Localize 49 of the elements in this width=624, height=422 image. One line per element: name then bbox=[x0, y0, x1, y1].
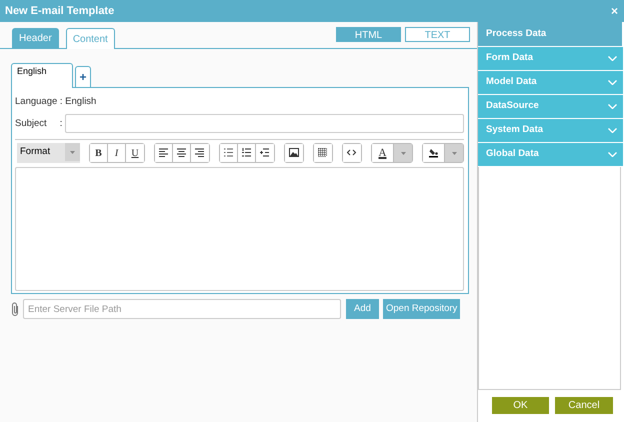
accordion-item[interactable]: DataSource bbox=[478, 95, 623, 118]
format-dropdown[interactable]: Format bbox=[17, 143, 80, 164]
paint-bucket-icon bbox=[428, 148, 438, 158]
accordion-item[interactable]: Form Data bbox=[478, 47, 623, 70]
align-center-icon bbox=[176, 148, 186, 158]
subject-separator: : bbox=[60, 116, 62, 131]
cancel-button[interactable]: Cancel bbox=[555, 397, 613, 414]
font-color-button[interactable]: A bbox=[372, 144, 394, 162]
file-path-field[interactable]: Enter Server File Path bbox=[23, 299, 341, 319]
subject-label: Subject bbox=[15, 116, 47, 131]
image-button[interactable] bbox=[285, 144, 303, 162]
section-label: System Data bbox=[486, 123, 544, 138]
align-right-icon bbox=[195, 148, 205, 158]
outdent-icon bbox=[260, 148, 270, 158]
open-repository-button[interactable]: Open Repository bbox=[383, 299, 460, 319]
accordion-item[interactable]: Global Data bbox=[478, 143, 623, 166]
align-left-button[interactable] bbox=[155, 144, 173, 162]
caret-icon bbox=[452, 152, 456, 155]
add-language-button[interactable]: + bbox=[75, 66, 91, 87]
tab[interactable]: Header bbox=[12, 28, 59, 48]
close-button[interactable]: × bbox=[610, 5, 618, 17]
table-button[interactable] bbox=[314, 144, 332, 162]
bold-button[interactable]: B bbox=[90, 144, 108, 162]
add-button[interactable]: Add bbox=[346, 299, 379, 319]
mode-toggle-button[interactable]: TEXT bbox=[405, 27, 470, 42]
table-icon bbox=[318, 148, 328, 158]
panel-header: Process Data bbox=[478, 22, 622, 46]
numbered-list-icon bbox=[242, 148, 252, 158]
window-title: New E-mail Template bbox=[5, 4, 114, 19]
section-label: Model Data bbox=[486, 75, 537, 90]
language-label: Language : English bbox=[15, 95, 98, 109]
image-icon bbox=[289, 148, 299, 158]
accordion-item[interactable]: Model Data bbox=[478, 71, 623, 94]
code-button[interactable] bbox=[343, 144, 361, 162]
paperclip-icon bbox=[12, 302, 19, 316]
mode-toggle-button[interactable]: HTML bbox=[336, 27, 401, 42]
accordion-item[interactable]: System Data bbox=[478, 119, 623, 142]
caret-icon bbox=[400, 152, 406, 155]
language-tab[interactable]: English bbox=[11, 63, 73, 88]
bullet-list-icon bbox=[224, 148, 234, 158]
tab[interactable]: Content bbox=[66, 28, 115, 49]
section-label: Form Data bbox=[486, 51, 533, 66]
section-label: Global Data bbox=[486, 147, 539, 162]
ok-button[interactable]: OK bbox=[492, 397, 549, 414]
align-left-icon bbox=[158, 148, 168, 158]
bullet-list-button[interactable] bbox=[220, 144, 238, 162]
subject-field[interactable] bbox=[65, 114, 464, 134]
section-label: DataSource bbox=[486, 99, 539, 114]
caret-icon bbox=[70, 150, 75, 154]
